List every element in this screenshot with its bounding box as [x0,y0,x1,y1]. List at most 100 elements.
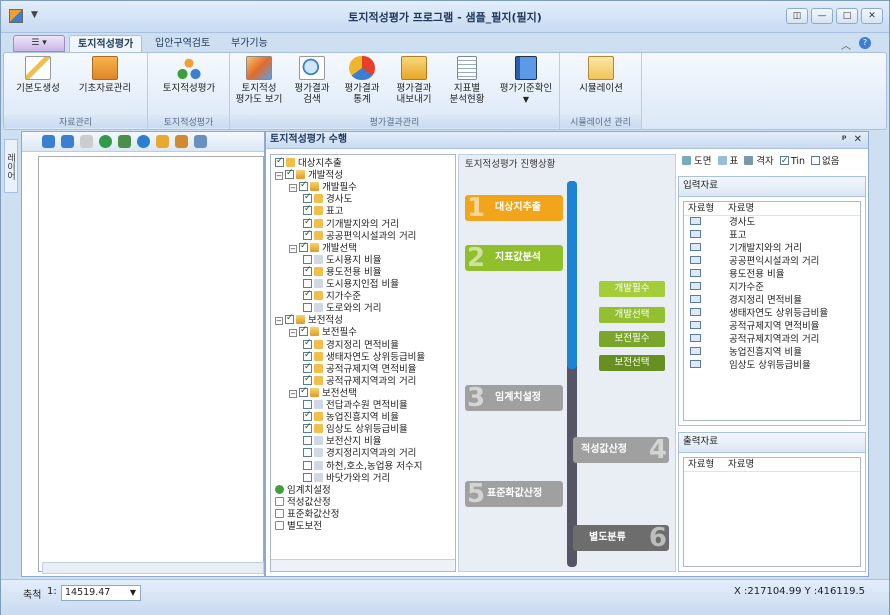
input-data-row[interactable]: 경사도 [684,216,860,229]
tree-item[interactable]: 보전산지 비율 [303,436,381,448]
tree-checkbox[interactable] [299,179,308,192]
tab-additional-features[interactable]: 부가기능 [223,35,276,53]
tree-checkbox[interactable] [303,448,312,458]
tree-checkbox[interactable] [303,228,312,240]
out-col-header-type[interactable]: 자료형 [688,458,728,472]
tree-item[interactable]: 바닷가와의 거리 [303,472,390,485]
tree-item[interactable]: 공공편익시설과의 거리 [303,228,416,243]
panel-close-icon[interactable]: ✕ [854,134,862,145]
substep-dev-required[interactable]: 개발필수 [599,281,665,297]
tin-checkbox[interactable] [779,153,789,169]
result-search-button[interactable]: 평가결과 검색 [288,56,336,105]
table-view-label[interactable]: 표 [730,156,739,167]
step-suitability-calc[interactable]: 적성값산정 4 [573,437,669,463]
substep-conservation-required[interactable]: 보전필수 [599,331,665,347]
collapse-toggle-icon[interactable]: − [289,184,297,193]
tree-item[interactable]: 지가수준 [303,288,361,303]
tree-item[interactable]: − 보전선택 [289,385,357,400]
tree-item[interactable]: 표준화값산정 [275,508,339,521]
tree-item[interactable]: − 개발필수 [289,179,357,194]
scale-dropdown-icon[interactable]: ▼ [130,586,136,600]
collapse-toggle-icon[interactable]: − [275,172,283,181]
step-indicator-analysis[interactable]: 2 지표값분석 [465,245,563,271]
grid-view-label[interactable]: 격자 [756,156,773,167]
tree-checkbox[interactable] [303,203,312,216]
full-extent-icon[interactable] [194,135,207,148]
tree-item[interactable]: − 개발선택 [289,240,357,255]
col-header-type[interactable]: 자료형 [688,202,728,216]
tree-checkbox[interactable] [303,288,312,301]
layer-side-tab[interactable]: 레이어 [4,139,18,193]
tree-checkbox[interactable] [303,349,312,361]
base-data-manage-button[interactable]: 기초자료관리 [70,56,140,94]
tree-checkbox[interactable] [275,155,284,167]
layers-icon[interactable] [156,135,169,148]
table-view-icon[interactable] [717,156,727,165]
criteria-check-button[interactable]: 평가기준확인 ▼ [494,56,558,105]
tree-item[interactable]: 도시용지 비율 [303,254,381,267]
scale-select[interactable]: 14519.47 ▼ [61,585,141,601]
tree-checkbox[interactable] [303,436,312,446]
tree-item[interactable]: 별도보전 [275,521,322,533]
suitability-map-view-button[interactable]: 토지적성 평가도 보기 [232,56,286,105]
grid-view-icon[interactable] [744,156,754,165]
col-header-name[interactable]: 자료명 [728,202,754,216]
minimize-button[interactable]: — [811,8,833,24]
step-separate-classification[interactable]: 별도분류 6 [573,525,669,551]
substep-dev-optional[interactable]: 개발선택 [599,307,665,323]
tree-horizontal-scrollbar[interactable] [271,559,455,571]
tree-item[interactable]: 경지정리 면적비율 [303,337,399,352]
globe-icon[interactable] [99,135,112,148]
help-icon[interactable]: ? [859,37,871,49]
tree-checkbox[interactable] [303,409,312,422]
input-data-row[interactable]: 생태자연도 상위등급비율 [684,307,860,320]
input-data-row[interactable]: 공적규제지역 면적비율 [684,320,860,333]
info-icon[interactable] [137,135,150,148]
pan-hand-icon[interactable] [80,135,93,148]
tree-checkbox[interactable] [303,460,312,470]
tree-checkbox[interactable] [299,385,308,397]
tree-item[interactable]: 경지정리지역과의 거리 [303,448,416,460]
land-suitability-eval-button[interactable]: 토지적성평가 [152,56,226,94]
close-button[interactable]: ✕ [861,8,883,24]
tree-checkbox[interactable] [303,361,312,373]
tree-item[interactable]: 적성값산정 [275,496,331,509]
indicator-analysis-button[interactable]: 지표별 분석현황 [442,56,492,105]
tree-checkbox[interactable] [303,216,312,228]
collapse-toggle-icon[interactable]: − [289,244,297,253]
tree-checkbox[interactable] [303,279,312,288]
tree-item[interactable]: 공적규제지역과의 거리 [303,373,416,388]
maximize-button[interactable]: □ [836,8,858,24]
input-data-row[interactable]: 공공편익시설과의 거리 [684,255,860,268]
tree-checkbox[interactable] [303,254,312,264]
collapse-toggle-icon[interactable]: − [289,329,297,338]
collapse-toggle-icon[interactable]: − [289,389,297,398]
simulation-button[interactable]: 시뮬레이션 [566,56,636,94]
ribbon-collapse-icon[interactable]: ︿ [841,37,851,52]
tree-checkbox[interactable] [285,312,294,325]
tab-land-suitability[interactable]: 토지적성평가 [69,35,143,53]
tree-item[interactable]: 기개발지와의 거리 [303,216,399,231]
tree-checkbox[interactable] [303,421,312,434]
tree-checkbox[interactable] [303,400,312,409]
tree-item[interactable]: − 보전필수 [289,324,357,339]
tree-item[interactable]: 생태자연도 상위등급비율 [303,349,425,364]
refresh-icon[interactable] [118,135,131,148]
tree-item[interactable]: 임계치설정 [275,484,331,497]
tree-checkbox[interactable] [299,240,308,252]
pin-icon[interactable]: ᵖ [842,134,847,145]
tree-checkbox[interactable] [285,167,294,180]
tree-checkbox[interactable] [303,264,312,276]
tree-item[interactable]: − 보전적성 [275,312,343,327]
input-data-row[interactable]: 용도전용 비율 [684,268,860,281]
tree-item[interactable]: 하천,호소,농업용 저수지 [303,460,422,473]
tree-item[interactable]: 도시용지인접 비율 [303,279,399,291]
input-data-row[interactable]: 농업진흥지역 비율 [684,346,860,359]
tree-checkbox[interactable] [303,191,312,204]
tree-item[interactable]: 임상도 상위등급비율 [303,421,408,436]
tree-item[interactable]: 대상지추출 [275,155,342,170]
step-target-extraction[interactable]: 1 대상지추출 [465,195,563,221]
tree-checkbox[interactable] [303,472,312,482]
app-menu-button[interactable]: ☰ ▾ [13,35,65,52]
tree-checkbox[interactable] [303,337,312,349]
